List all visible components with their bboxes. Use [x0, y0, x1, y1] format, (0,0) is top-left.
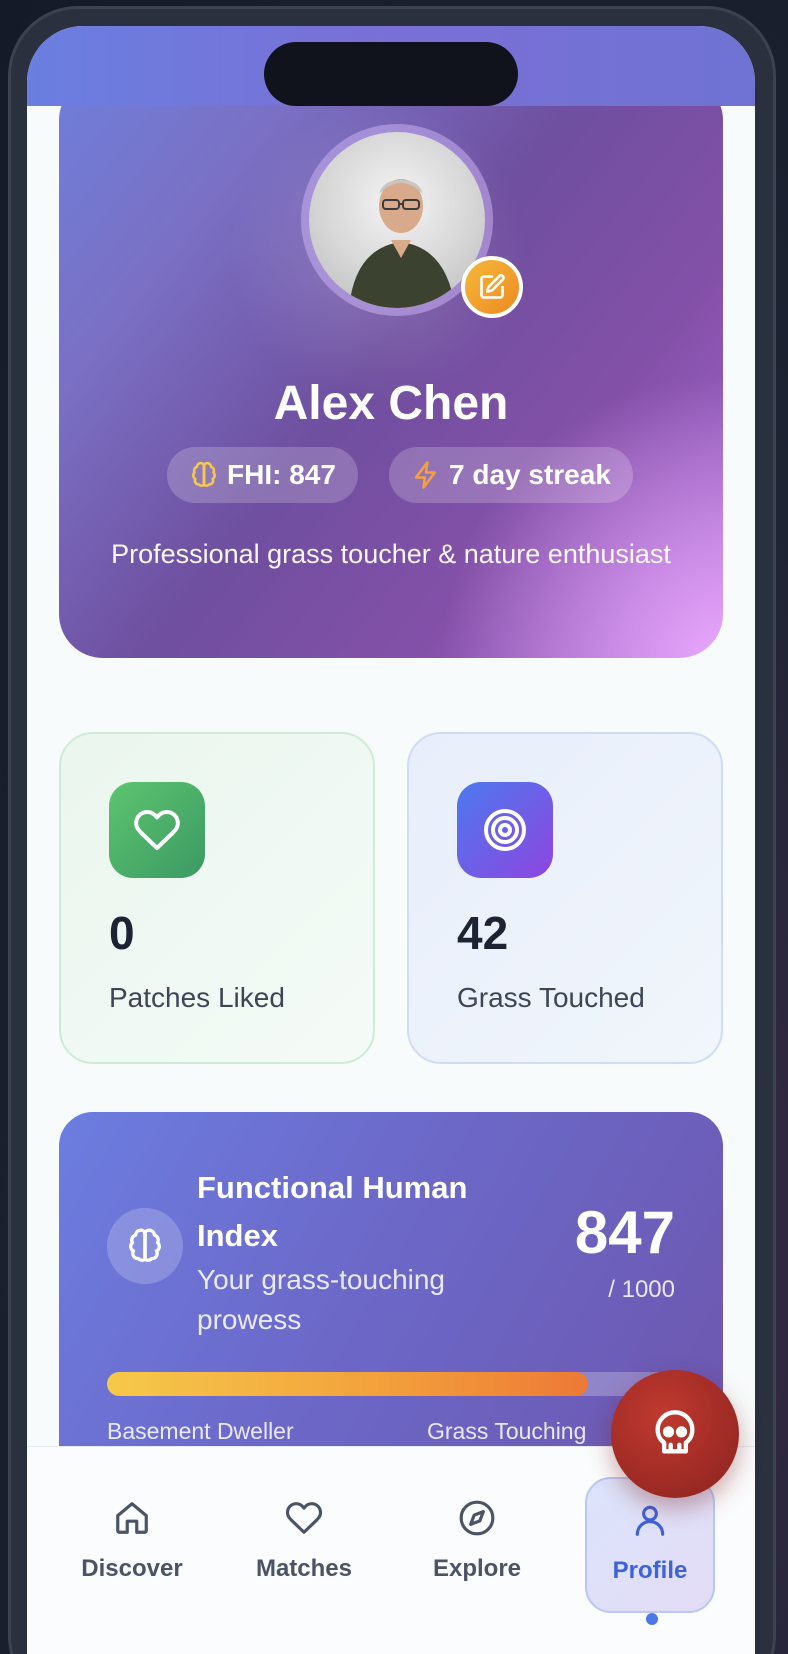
- nav-label: Explore: [432, 1555, 522, 1582]
- user-icon: [635, 1505, 665, 1536]
- grass-touched-value: 42: [457, 907, 509, 959]
- edit-avatar-button[interactable]: [461, 256, 523, 318]
- nav-item-explore[interactable]: Explore: [412, 1477, 542, 1613]
- nav-label: Profile: [612, 1557, 688, 1584]
- brain-icon: [129, 1228, 161, 1262]
- fhi-badge-label: FHI: 847: [227, 459, 336, 490]
- home-icon: [116, 1502, 148, 1534]
- profile-hero-card: Alex Chen FHI: 847 7 day streak Professi…: [59, 106, 723, 658]
- profile-bio: Professional grass toucher & nature enth…: [111, 539, 671, 569]
- heart-icon: [285, 1502, 323, 1534]
- fhi-max: / 1000: [608, 1276, 675, 1303]
- nav-item-discover[interactable]: Discover: [67, 1477, 197, 1613]
- heart-icon: [134, 809, 180, 850]
- avatar-photo-icon: [349, 179, 455, 308]
- skull-icon: [655, 1410, 695, 1454]
- dynamic-island: [264, 42, 518, 106]
- fhi-scale-high: Grass Touching: [427, 1418, 587, 1444]
- patches-liked-label: Patches Liked: [109, 982, 285, 1013]
- streak-badge-label: 7 day streak: [449, 459, 611, 490]
- nav-label: Matches: [255, 1555, 353, 1582]
- fhi-progress-fill: [107, 1372, 589, 1396]
- active-indicator-dot: [646, 1613, 658, 1625]
- fhi-scale-low: Basement Dweller: [107, 1418, 294, 1444]
- stat-icon-tile: [457, 782, 553, 878]
- grass-touched-card[interactable]: 42 Grass Touched: [407, 732, 723, 1064]
- fhi-subtitle: Your grass-touching prowess: [197, 1264, 446, 1335]
- edit-icon: [480, 274, 505, 299]
- avatar[interactable]: [309, 132, 485, 308]
- skull-fab-button[interactable]: [611, 1370, 739, 1498]
- fhi-badge: FHI: 847: [167, 447, 358, 503]
- nav-label: Discover: [81, 1555, 183, 1582]
- patches-liked-card[interactable]: 0 Patches Liked: [59, 732, 375, 1064]
- lightning-icon: [414, 461, 436, 489]
- brain-icon: [192, 461, 216, 487]
- profile-name: Alex Chen: [273, 377, 509, 430]
- fhi-score: 847: [574, 1199, 675, 1266]
- streak-badge: 7 day streak: [389, 447, 633, 503]
- stat-icon-tile: [109, 782, 205, 878]
- grass-touched-label: Grass Touched: [457, 982, 645, 1013]
- fhi-icon-circle: [107, 1208, 183, 1284]
- compass-icon: [459, 1500, 495, 1536]
- nav-item-profile[interactable]: Profile: [585, 1477, 715, 1625]
- profile-content[interactable]: Alex Chen FHI: 847 7 day streak Professi…: [27, 106, 755, 1472]
- patches-liked-value: 0: [109, 907, 135, 959]
- fhi-title: Functional Human Index: [197, 1170, 468, 1253]
- nav-item-matches[interactable]: Matches: [239, 1477, 369, 1613]
- target-icon: [484, 809, 526, 851]
- fhi-progress-track: [107, 1372, 675, 1396]
